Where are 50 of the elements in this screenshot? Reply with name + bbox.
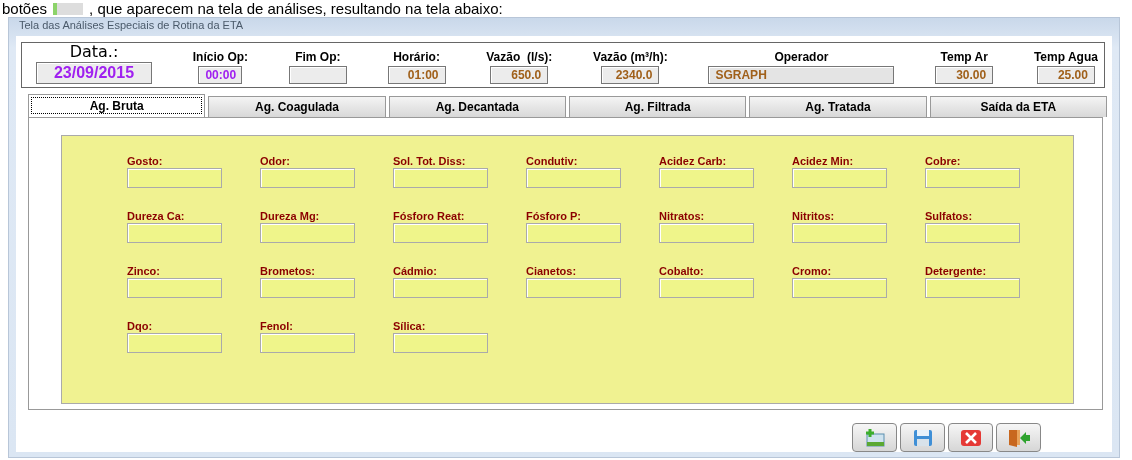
field-label: Gosto:	[127, 155, 164, 168]
field-label: Vazão (l/s):	[486, 50, 553, 64]
value-field[interactable]: 2340.0	[601, 66, 660, 84]
field-label: Início Op:	[192, 50, 249, 64]
field-label: Vazão (m³/h):	[593, 50, 668, 64]
field-label: Fim Op:	[295, 50, 341, 64]
tab[interactable]: Ag. Tratada	[749, 96, 927, 117]
field-label: Dureza Ca:	[127, 210, 186, 223]
value-field[interactable]: 650.0	[490, 66, 549, 84]
field-label: Cobalto:	[659, 265, 705, 278]
value-field[interactable]: 23/09/2015	[36, 62, 152, 84]
field-label: Data.:	[69, 44, 119, 60]
field-label: Fósforo P:	[526, 210, 582, 223]
value-field[interactable]: 00:00	[198, 66, 243, 84]
field-label: Nitritos:	[792, 210, 836, 223]
value-field[interactable]: SGRAPH	[708, 66, 895, 84]
field-label: Brometos:	[260, 265, 316, 278]
document-text: , que aparecem na tela de análises, resultando na tela abaixo:	[89, 0, 503, 17]
window-title: Tela das Análises Especiais de Rotina da ETA	[18, 18, 245, 33]
value-field[interactable]: 01:00	[387, 66, 446, 84]
tab[interactable]: Ag. Coagulada	[208, 96, 386, 117]
field-label: Dqo:	[127, 320, 154, 333]
field-label: Temp Ar	[940, 50, 988, 64]
field-label: Nitratos:	[659, 210, 706, 223]
tab[interactable]: Ag. Decantada	[388, 96, 566, 117]
field-label: Cádmio:	[393, 265, 438, 278]
field-label: Detergente:	[925, 265, 988, 278]
field-label: Odor:	[260, 155, 291, 168]
field-label: Acidez Min:	[792, 155, 855, 168]
field-label: Sol. Tot. Diss:	[393, 155, 467, 168]
field-label: Fenol:	[260, 320, 294, 333]
field-label: Fósforo Reat:	[393, 210, 466, 223]
value-field[interactable]: 25.00	[1036, 66, 1095, 84]
field-label: Sílica:	[393, 320, 427, 333]
field-label: Zinco:	[127, 265, 161, 278]
field-label: Horário:	[393, 50, 440, 64]
document-text: botões	[2, 0, 48, 17]
field-label: Cromo:	[792, 265, 833, 278]
field-label: Condutiv:	[526, 155, 579, 168]
field-label: Dureza Mg:	[260, 210, 321, 223]
tab[interactable]: Saída da ETA	[929, 96, 1107, 117]
field-label: Operador	[774, 50, 829, 64]
field-label: Acidez Carb:	[659, 155, 728, 168]
field-label: Cobre:	[925, 155, 962, 168]
field-label: Temp Agua	[1033, 50, 1098, 64]
tab[interactable]: Ag. Filtrada	[569, 96, 747, 117]
tab[interactable]: Ag. Bruta	[28, 94, 206, 117]
field-label: Sulfatos:	[925, 210, 974, 223]
field-label: Cianetos:	[526, 265, 578, 278]
value-field[interactable]: 30.00	[935, 66, 994, 84]
